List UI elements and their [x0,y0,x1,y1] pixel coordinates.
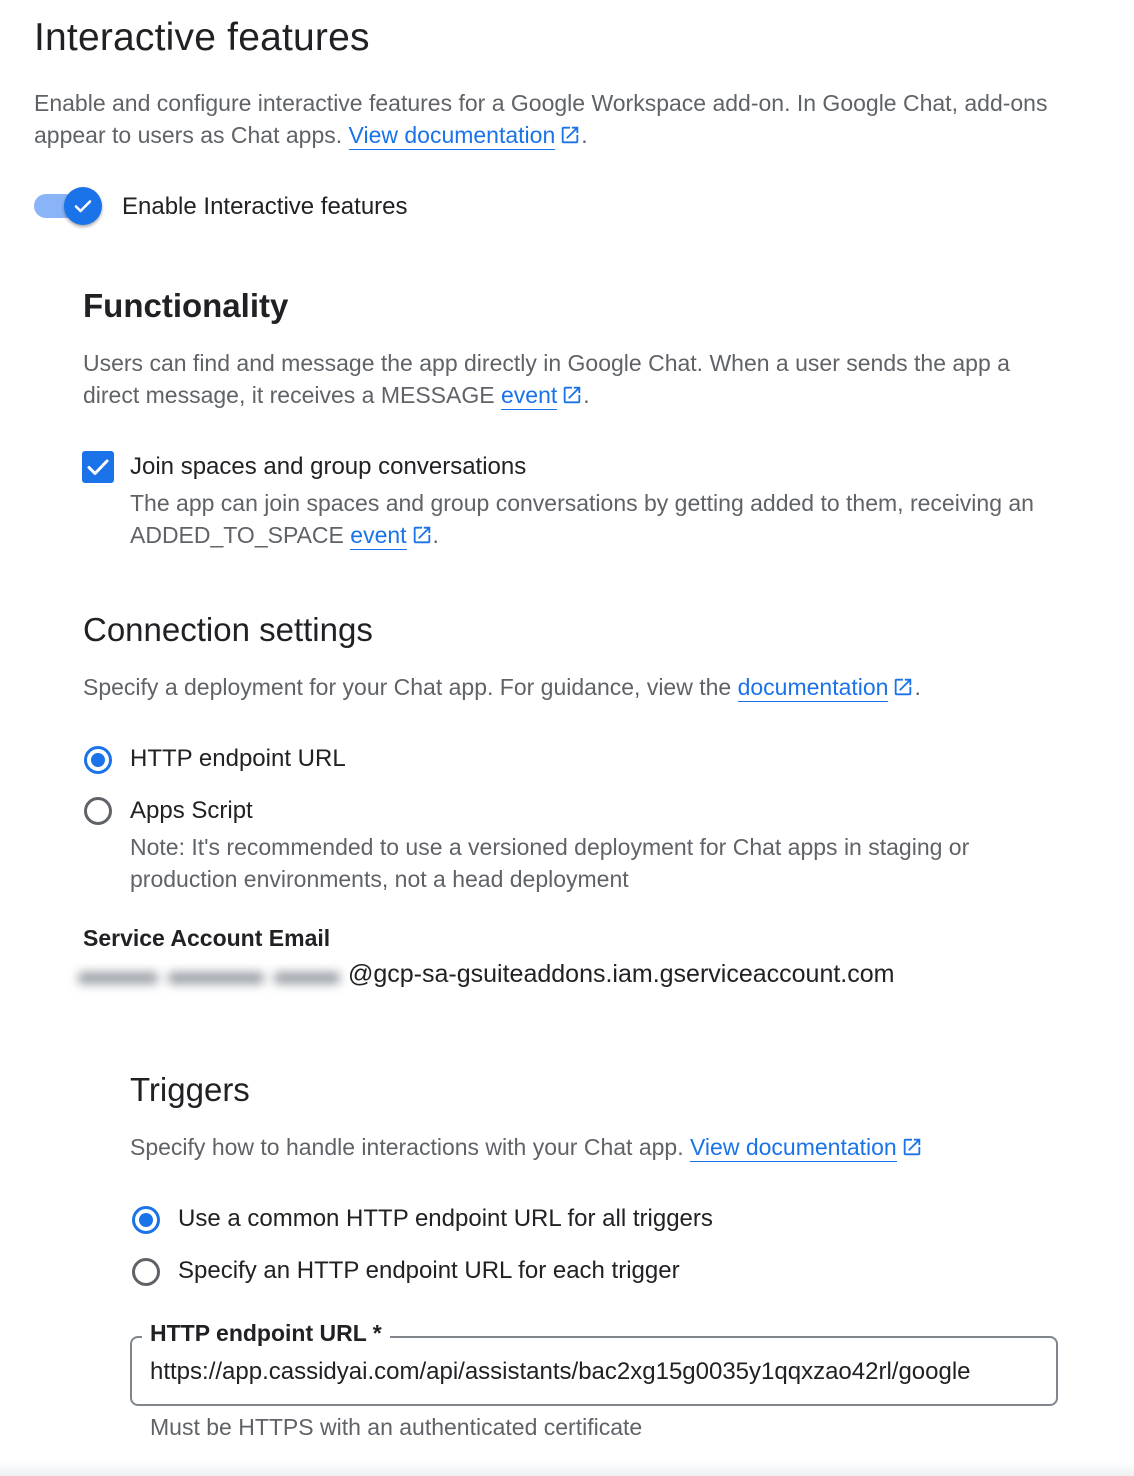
common-endpoint-radio[interactable] [132,1206,160,1234]
functionality-description: Users can find and message the app direc… [83,347,1053,411]
apps-script-radio[interactable] [84,797,112,825]
toggle-knob [64,187,102,225]
enable-interactive-features-toggle[interactable] [34,186,108,228]
check-icon [87,459,109,475]
http-endpoint-url-hint: Must be HTTPS with an authenticated cert… [150,1414,643,1440]
join-spaces-checkbox[interactable] [82,451,114,483]
triggers-view-documentation-link[interactable]: View documentation [690,1134,897,1162]
per-trigger-endpoint-radio[interactable] [132,1258,160,1286]
http-endpoint-url-label: HTTP endpoint URL * [142,1320,390,1347]
open-in-new-icon[interactable] [892,676,914,698]
http-endpoint-radio-label[interactable]: HTTP endpoint URL [130,745,346,773]
documentation-link[interactable]: documentation [737,674,889,702]
common-endpoint-radio-label[interactable]: Use a common HTTP endpoint URL for all t… [178,1205,713,1233]
http-endpoint-url-input[interactable] [150,1352,1040,1392]
interactive-features-page: Interactive features Enable and configur… [0,0,1134,1476]
view-documentation-link[interactable]: View documentation [348,122,556,150]
triggers-heading: Triggers [130,1071,250,1108]
added-to-space-event-link[interactable]: event [350,522,407,550]
bottom-edge-shadow [0,1462,1134,1476]
open-in-new-icon[interactable] [559,124,581,146]
toggle-label: Enable Interactive features [122,193,408,220]
connection-settings-heading: Connection settings [83,611,373,648]
period: . [581,122,588,148]
join-spaces-description: The app can join spaces and group conver… [130,487,1055,551]
message-event-link[interactable]: event [501,382,558,410]
service-account-email-domain: @gcp-sa-gsuiteaddons.iam.gserviceaccount… [348,960,895,988]
open-in-new-icon[interactable] [901,1136,923,1158]
service-account-email-label: Service Account Email [83,925,331,951]
page-description: Enable and configure interactive feature… [34,87,1074,151]
period: . [432,522,439,548]
functionality-heading: Functionality [83,287,289,324]
connection-settings-description-text: Specify a deployment for your Chat app. … [83,674,732,700]
per-trigger-endpoint-radio-label[interactable]: Specify an HTTP endpoint URL for each tr… [178,1257,680,1285]
apps-script-radio-label[interactable]: Apps Script [130,797,253,825]
http-endpoint-radio[interactable] [84,746,112,774]
redacted-account-id [78,962,346,992]
triggers-description-text: Specify how to handle interactions with … [130,1134,684,1160]
triggers-description: Specify how to handle interactions with … [130,1131,1080,1163]
join-spaces-description-text: The app can join spaces and group conver… [130,490,1034,548]
page-title: Interactive features [34,16,370,59]
open-in-new-icon[interactable] [561,384,583,406]
open-in-new-icon[interactable] [411,524,433,546]
period: . [914,674,921,700]
connection-settings-description: Specify a deployment for your Chat app. … [83,671,1083,703]
apps-script-note: Note: It's recommended to use a versione… [130,834,970,892]
period: . [583,382,590,408]
check-icon [74,200,92,213]
join-spaces-label[interactable]: Join spaces and group conversations [130,453,526,481]
